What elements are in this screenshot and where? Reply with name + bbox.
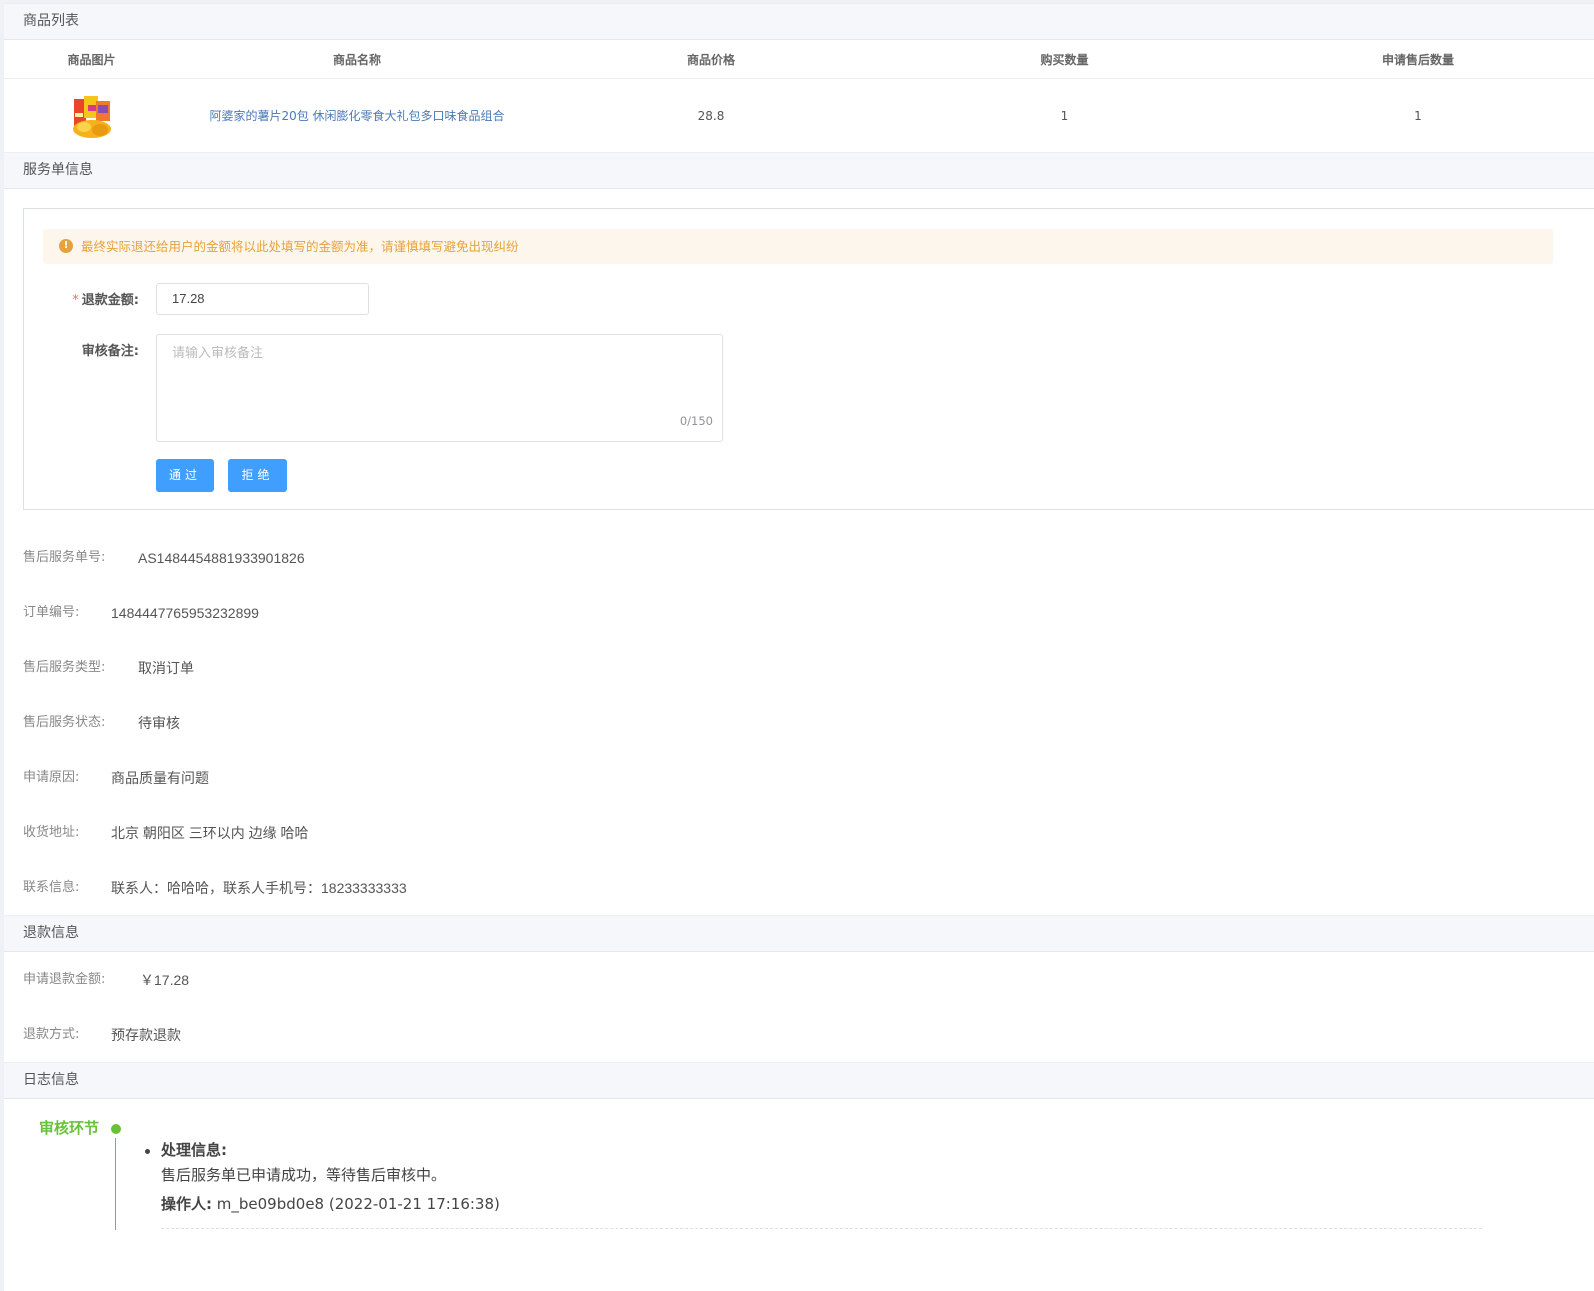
col-header-image: 商品图片	[67, 52, 116, 67]
info-address: 收货地址: 北京 朝阳区 三环以内 边缘 哈哈	[23, 825, 309, 841]
goods-price: 28.8	[697, 108, 725, 123]
goods-section-header: 商品列表	[4, 3, 1594, 40]
goods-after-sale-qty: 1	[1414, 108, 1422, 123]
refund-amount-label: * 退款金额:	[72, 293, 139, 308]
col-header-qty: 购买数量	[1040, 52, 1089, 67]
log-process-text: 售后服务单已申请成功，等待售后审核中。	[161, 1166, 447, 1184]
service-status-value: 待审核	[138, 715, 180, 731]
service-type-value: 取消订单	[138, 660, 194, 676]
refund-amount-value: ￥17.28	[140, 972, 190, 988]
info-service-type: 售后服务类型: 取消订单	[23, 660, 194, 676]
refund-amount-input[interactable]: 17.28	[156, 283, 369, 315]
log-operator: 操作人: m_be09bd0e8 (2022-01-21 17:16:38)	[161, 1193, 500, 1214]
refund-section-header: 退款信息	[4, 915, 1594, 952]
approve-button[interactable]: 通过	[156, 459, 214, 492]
reject-button[interactable]: 拒绝	[228, 459, 287, 492]
info-order-no: 订单编号: 1484447765953232899	[23, 605, 259, 621]
info-after-sale-no: 售后服务单号: AS1484454881933901826	[23, 550, 305, 566]
log-section-title: 日志信息	[23, 1072, 79, 1088]
log-section-header: 日志信息	[4, 1062, 1594, 1099]
snack-product-image[interactable]	[70, 93, 114, 139]
col-header-after-sale-qty: 申请售后数量	[1381, 52, 1454, 67]
info-reason: 申请原因: 商品质量有问题	[23, 770, 209, 786]
info-service-status: 售后服务状态: 待审核	[23, 715, 180, 731]
goods-table-header: 商品图片 商品名称 商品价格 购买数量 申请售后数量	[4, 40, 1594, 79]
audit-form: ! 最终实际退还给用户的金额将以此处填写的金额为准，请谨慎填写避免出现纠纷 * 退…	[23, 208, 1594, 510]
goods-section-title: 商品列表	[23, 13, 79, 29]
log-step-title: 审核环节	[39, 1119, 100, 1137]
timeline-line	[115, 1138, 116, 1230]
remark-label: 审核备注:	[81, 344, 139, 359]
goods-table: 商品图片 商品名称 商品价格 购买数量 申请售后数量 阿婆家的薯片20包 休闲膨…	[4, 40, 1594, 153]
timeline-dot	[111, 1124, 121, 1134]
refund-method-value: 预存款退款	[111, 1027, 181, 1043]
remark-char-count: 0/150	[679, 414, 713, 428]
alert-text: 最终实际退还给用户的金额将以此处填写的金额为准，请谨慎填写避免出现纠纷	[81, 239, 519, 254]
after-sale-no-value: AS1484454881933901826	[138, 550, 305, 566]
info-refund-method: 退款方式: 预存款退款	[23, 1027, 181, 1043]
remark-textarea[interactable]: 请输入审核备注 0/150	[156, 334, 723, 442]
service-section-title: 服务单信息	[23, 162, 93, 178]
list-bullet	[145, 1149, 150, 1154]
goods-name-link[interactable]: 阿婆家的薯片20包 休闲膨化零食大礼包多口味食品组合	[209, 107, 504, 124]
col-header-name: 商品名称	[332, 52, 381, 67]
log-process-label: 处理信息:	[161, 1141, 227, 1159]
refund-section-title: 退款信息	[23, 925, 79, 941]
table-row: 阿婆家的薯片20包 休闲膨化零食大礼包多口味食品组合 28.8 1 1	[4, 79, 1594, 153]
contact-value: 联系人：哈哈哈，联系人手机号：18233333333	[111, 880, 407, 896]
col-header-price: 商品价格	[686, 52, 735, 67]
info-contact: 联系信息: 联系人：哈哈哈，联系人手机号：18233333333	[23, 880, 407, 896]
required-mark: *	[72, 293, 79, 308]
log-operator-label: 操作人:	[161, 1195, 212, 1213]
address-value: 北京 朝阳区 三环以内 边缘 哈哈	[111, 825, 309, 841]
reason-value: 商品质量有问题	[111, 770, 209, 786]
log-divider	[161, 1228, 1482, 1229]
remark-placeholder: 请输入审核备注	[172, 346, 264, 361]
warning-icon: !	[59, 239, 73, 253]
after-sale-detail-page: 商品列表 商品图片 商品名称 商品价格 购买数量 申请售后数量 阿婆家的薯片20…	[4, 3, 1594, 1291]
goods-name-cell: 阿婆家的薯片20包 休闲膨化零食大礼包多口味食品组合	[179, 79, 535, 152]
info-refund-amount: 申请退款金额: ￥17.28	[23, 972, 190, 988]
goods-qty: 1	[1060, 108, 1069, 123]
service-section-header: 服务单信息	[4, 152, 1594, 189]
refund-warning-alert: ! 最终实际退还给用户的金额将以此处填写的金额为准，请谨慎填写避免出现纠纷	[43, 229, 1553, 264]
goods-image-cell	[4, 79, 179, 152]
order-no-value: 1484447765953232899	[111, 605, 259, 621]
log-operator-value: m_be09bd0e8 (2022-01-21 17:16:38)	[216, 1195, 500, 1213]
